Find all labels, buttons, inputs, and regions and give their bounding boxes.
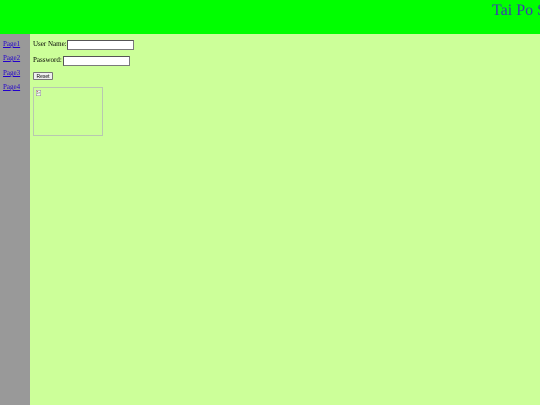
sidebar-link-page1[interactable]: Page1 — [3, 40, 20, 48]
sidebar-link-page4[interactable]: Page4 — [3, 83, 20, 91]
broken-image — [33, 87, 103, 136]
sidebar-link-page2[interactable]: Page2 — [3, 54, 20, 62]
username-input[interactable] — [67, 40, 134, 50]
site-title: Tai Po S — [492, 2, 540, 19]
sidebar-link-page3[interactable]: Page3 — [3, 69, 20, 77]
username-label: User Name: — [33, 40, 67, 48]
reset-button[interactable]: Reset — [33, 72, 53, 80]
main-content: User Name: Password: Reset — [30, 34, 540, 405]
password-label: Password: — [33, 56, 62, 64]
page-header: Tai Po S — [0, 0, 540, 34]
broken-image-icon — [36, 90, 41, 96]
sidebar-nav: Page1 Page2 Page3 Page4 — [0, 34, 30, 405]
password-input[interactable] — [63, 56, 130, 66]
